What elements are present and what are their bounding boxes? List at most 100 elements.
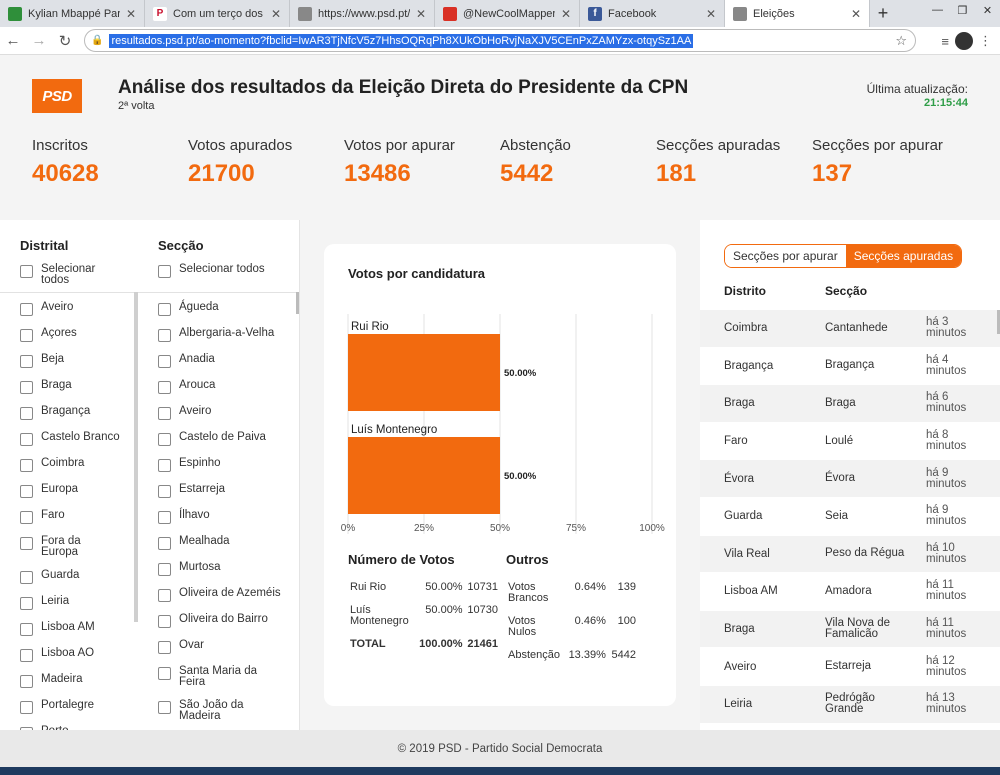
bookmark-star-icon[interactable]: ☆ — [895, 33, 907, 49]
list-item[interactable]: Arouca — [158, 379, 283, 394]
checkbox[interactable] — [158, 433, 171, 446]
list-item[interactable]: Açores — [20, 327, 120, 342]
checkbox[interactable] — [158, 511, 171, 524]
checkbox[interactable] — [20, 433, 33, 446]
checkbox[interactable] — [158, 407, 171, 420]
list-item[interactable]: Albergaria-a-Velha — [158, 327, 283, 342]
list-item[interactable]: Oliveira de Azeméis — [158, 587, 283, 602]
list-item[interactable]: Europa — [20, 483, 120, 498]
checkbox[interactable] — [158, 381, 171, 394]
menu-icon[interactable]: ⋮ — [979, 33, 992, 49]
checkbox[interactable] — [20, 537, 33, 550]
tab-close-icon[interactable]: ✕ — [416, 7, 426, 21]
toggle-seccoes-por-apurar[interactable]: Secções por apurar — [725, 245, 846, 267]
checkbox[interactable] — [20, 571, 33, 584]
new-tab-button[interactable]: + — [870, 0, 896, 27]
checkbox[interactable] — [20, 623, 33, 636]
browser-tab[interactable]: Kylian Mbappé Paris S ✕ — [0, 0, 145, 27]
tab-close-icon[interactable]: ✕ — [561, 7, 571, 21]
checkbox-label: Braga — [41, 379, 72, 391]
checkbox[interactable] — [158, 615, 171, 628]
list-item[interactable]: Oliveira do Bairro — [158, 613, 283, 628]
url-text[interactable]: resultados.psd.pt/ao-momento?fbclid=IwAR… — [109, 33, 694, 48]
checkbox[interactable] — [158, 537, 171, 550]
distrito-scrollbar[interactable] — [134, 292, 138, 622]
checkbox[interactable] — [158, 589, 171, 602]
checkbox[interactable] — [20, 649, 33, 662]
list-item[interactable]: Castelo Branco — [20, 431, 120, 446]
list-item[interactable]: Murtosa — [158, 561, 283, 576]
back-icon[interactable]: ← — [0, 28, 26, 54]
checkbox[interactable] — [20, 675, 33, 688]
forward-icon[interactable]: → — [26, 28, 52, 54]
list-item[interactable]: Espinho — [158, 457, 283, 472]
checkbox[interactable] — [20, 381, 33, 394]
browser-tab[interactable]: https://www.psd.pt/po ✕ — [290, 0, 435, 27]
list-item[interactable]: Fora da Europa — [20, 535, 120, 558]
list-item[interactable]: Santa Maria da Feira — [158, 665, 283, 688]
checkbox[interactable] — [158, 355, 171, 368]
seccao-select-all[interactable]: Selecionar todos — [158, 263, 288, 278]
list-item[interactable]: Coimbra — [20, 457, 120, 472]
list-item[interactable]: Anadia — [158, 353, 283, 368]
list-item[interactable]: Mealhada — [158, 535, 283, 550]
checkbox[interactable] — [20, 459, 33, 472]
list-item[interactable]: Aveiro — [20, 301, 120, 316]
extension-icon[interactable]: ≡ — [941, 34, 949, 49]
checkbox[interactable] — [20, 701, 33, 714]
list-item[interactable]: Beja — [20, 353, 120, 368]
tab-favicon-icon — [298, 6, 312, 21]
list-item[interactable]: Bragança — [20, 405, 120, 420]
tab-close-icon[interactable]: ✕ — [706, 7, 716, 21]
tab-close-icon[interactable]: ✕ — [851, 7, 861, 21]
list-item[interactable]: São João da Madeira — [158, 699, 283, 722]
browser-tab[interactable]: P Com um terço dos vot ✕ — [145, 0, 290, 27]
list-item[interactable]: Leiria — [20, 595, 120, 610]
minimize-icon[interactable]: — — [925, 0, 950, 20]
list-item[interactable]: Águeda — [158, 301, 283, 316]
checkbox[interactable] — [158, 459, 171, 472]
toggle-seccoes-apuradas[interactable]: Secções apuradas — [845, 245, 962, 267]
checkbox[interactable] — [20, 355, 33, 368]
checkbox[interactable] — [158, 563, 171, 576]
checkbox[interactable] — [158, 265, 171, 278]
reload-icon[interactable]: ↻ — [52, 28, 78, 54]
checkbox[interactable] — [20, 597, 33, 610]
checkbox[interactable] — [20, 407, 33, 420]
list-item[interactable]: Aveiro — [158, 405, 283, 420]
browser-tab[interactable]: @NewCoolMapper ✕ — [435, 0, 580, 27]
checkbox[interactable] — [158, 329, 171, 342]
list-item[interactable]: Lisboa AO — [20, 647, 120, 662]
close-window-icon[interactable]: ✕ — [975, 0, 1000, 20]
avatar[interactable] — [955, 32, 973, 50]
address-bar[interactable]: 🔒 resultados.psd.pt/ao-momento?fbclid=Iw… — [84, 29, 916, 52]
list-item[interactable]: Guarda — [20, 569, 120, 584]
candidate-name: Rui Rio — [350, 581, 387, 593]
checkbox[interactable] — [158, 303, 171, 316]
psd-logo[interactable]: PSD — [32, 79, 82, 113]
checkbox[interactable] — [20, 485, 33, 498]
list-item[interactable]: Ílhavo — [158, 509, 283, 524]
browser-tab[interactable]: f Facebook ✕ — [580, 0, 725, 27]
list-item[interactable]: Castelo de Paiva — [158, 431, 283, 446]
list-item[interactable]: Madeira — [20, 673, 120, 688]
checkbox[interactable] — [20, 265, 33, 278]
checkbox[interactable] — [20, 329, 33, 342]
browser-tab[interactable]: Eleições ✕ — [725, 0, 870, 27]
checkbox[interactable] — [158, 485, 171, 498]
maximize-icon[interactable]: ❐ — [950, 0, 975, 20]
list-item[interactable]: Lisboa AM — [20, 621, 120, 636]
tab-close-icon[interactable]: ✕ — [271, 7, 281, 21]
checkbox[interactable] — [158, 641, 171, 654]
checkbox[interactable] — [20, 303, 33, 316]
distrital-select-all[interactable]: Selecionar todos — [20, 263, 120, 286]
list-item[interactable]: Estarreja — [158, 483, 283, 498]
checkbox[interactable] — [158, 701, 171, 714]
checkbox[interactable] — [158, 667, 171, 680]
list-item[interactable]: Braga — [20, 379, 120, 394]
list-item[interactable]: Portalegre — [20, 699, 120, 714]
checkbox[interactable] — [20, 511, 33, 524]
tab-close-icon[interactable]: ✕ — [126, 7, 136, 21]
list-item[interactable]: Faro — [20, 509, 120, 524]
list-item[interactable]: Ovar — [158, 639, 283, 654]
